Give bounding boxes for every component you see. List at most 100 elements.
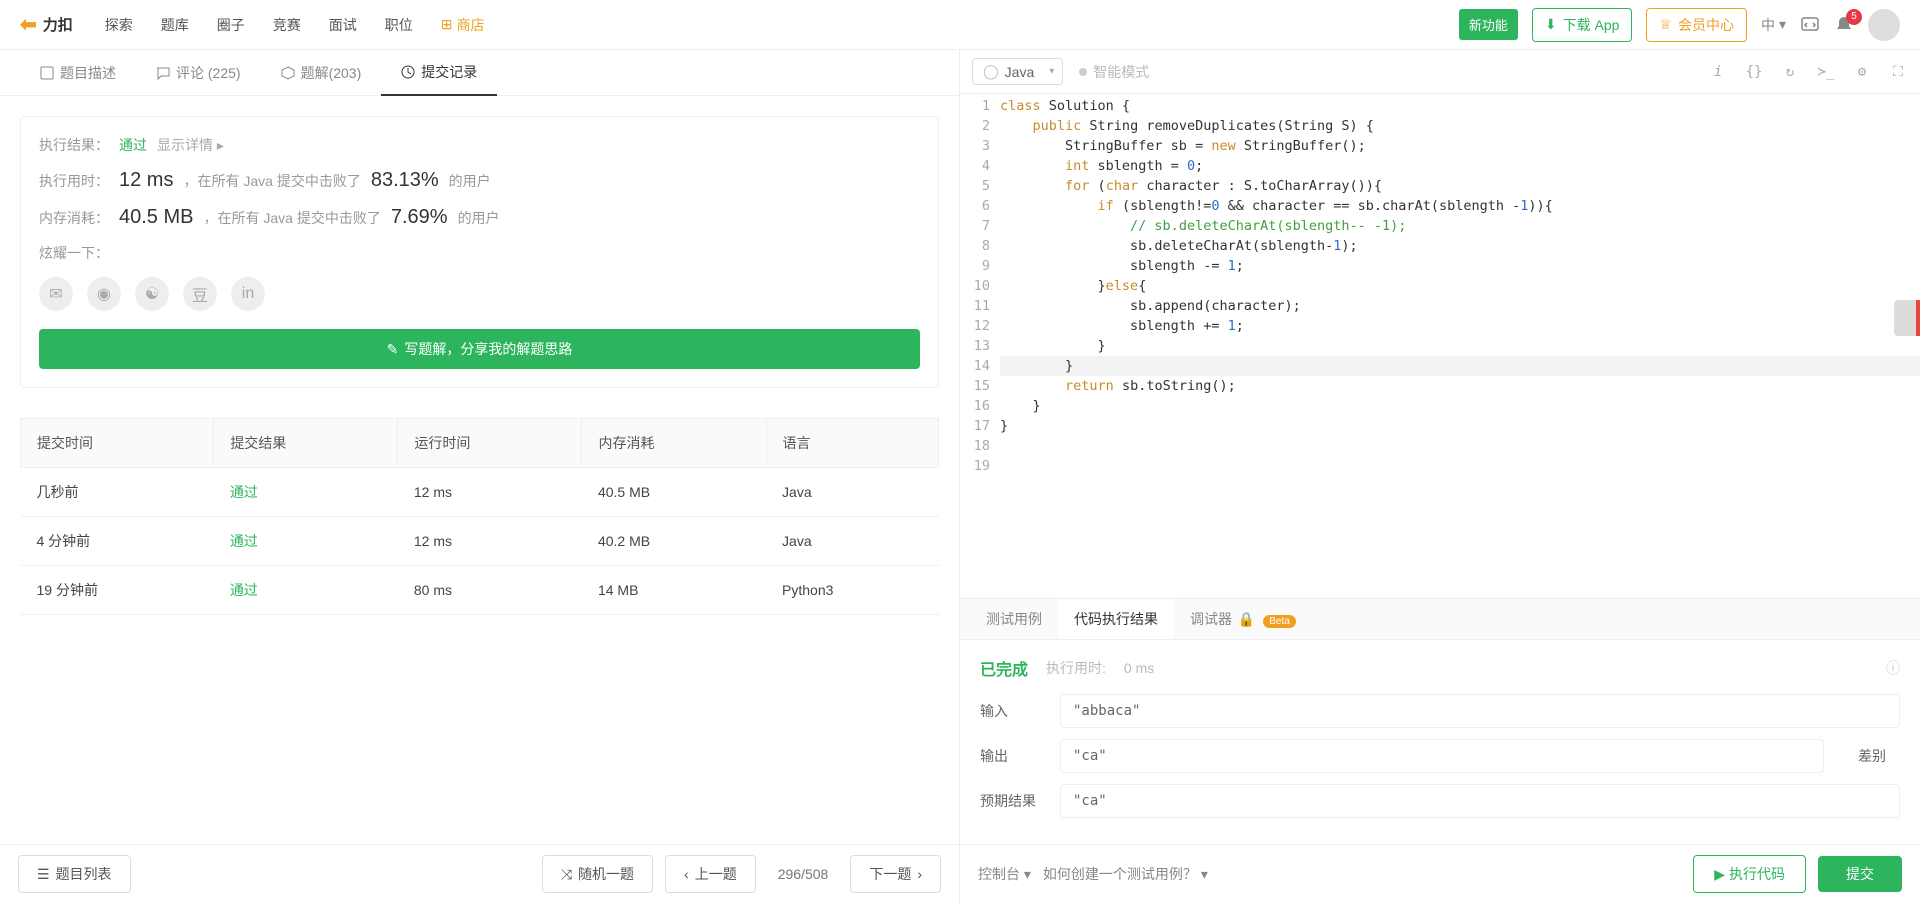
chevron-down-icon: ▾: [1779, 16, 1786, 33]
mem-value: 40.5 MB: [119, 206, 193, 229]
beta-badge: Beta: [1263, 615, 1296, 628]
smart-mode-toggle[interactable]: 智能模式: [1079, 62, 1149, 82]
lang-label: 中: [1761, 15, 1775, 35]
input-label: 输入: [980, 701, 1040, 721]
test-hint-label: 如何创建一个测试用例？: [1043, 866, 1197, 882]
member-center-button[interactable]: ♕ 会员中心: [1646, 8, 1747, 42]
time-pct: 83.13%: [371, 169, 439, 192]
run-label: 执行代码: [1729, 864, 1785, 884]
info-circle-icon[interactable]: ⓘ: [1886, 658, 1900, 678]
nav-circle[interactable]: 圈子: [203, 15, 259, 35]
tab-solutions[interactable]: 题解(203): [261, 50, 382, 95]
exec-result-status: 通过: [119, 135, 147, 155]
problem-list-button[interactable]: ☰ 题目列表: [18, 855, 131, 893]
diff-button[interactable]: 差别: [1844, 738, 1900, 774]
tab-solutions-label: 题解(203): [301, 63, 362, 83]
random-label: 随机一题: [578, 864, 634, 884]
tab-description-label: 题目描述: [60, 63, 116, 83]
terminal-icon[interactable]: ≻_: [1816, 64, 1836, 80]
settings-icon[interactable]: ⚙: [1852, 64, 1872, 80]
tab-description[interactable]: 题目描述: [20, 50, 136, 95]
console-label: 控制台: [978, 866, 1020, 882]
th-lang: 语言: [766, 419, 938, 468]
lock-icon: 🔒: [1238, 611, 1255, 627]
prev-button[interactable]: ‹ 上一题: [665, 855, 756, 893]
input-value: "abbaca": [1060, 694, 1900, 728]
nav-shop[interactable]: ⊞ 商店: [427, 15, 499, 35]
list-icon: ☰: [37, 866, 50, 883]
dot-icon: [1079, 68, 1087, 76]
braces-icon[interactable]: {}: [1744, 64, 1764, 80]
language-switch[interactable]: 中 ▾: [1761, 15, 1786, 35]
mem-desc: ，在所有 Java 提交中击败了: [203, 208, 380, 228]
submit-button[interactable]: 提交: [1818, 856, 1902, 892]
chevron-right-icon: ›: [917, 866, 922, 882]
info-icon[interactable]: i: [1708, 64, 1728, 80]
chevron-left-icon: ‹: [684, 866, 689, 882]
table-row[interactable]: 4 分钟前通过12 ms40.2 MBJava: [21, 517, 939, 566]
chevron-down-icon: ▾: [1049, 66, 1054, 77]
share-weibo-icon[interactable]: ◉: [87, 277, 121, 311]
share-wechat-icon[interactable]: ✉: [39, 277, 73, 311]
tab-comments[interactable]: 评论 (225): [136, 50, 261, 95]
nav-problems[interactable]: 题库: [147, 15, 203, 35]
tab-testcase[interactable]: 测试用例: [970, 599, 1058, 639]
tab-debugger[interactable]: 调试器 🔒 Beta: [1174, 599, 1312, 639]
chevron-down-icon: ▾: [1024, 866, 1031, 882]
download-app-button[interactable]: ⬇ 下载 App: [1532, 8, 1633, 42]
nav-explore[interactable]: 探索: [91, 15, 147, 35]
run-button[interactable]: ▶ 执行代码: [1693, 855, 1806, 893]
download-label: 下载 App: [1563, 15, 1620, 35]
logo[interactable]: ⬅ 力扣: [20, 12, 73, 37]
avatar[interactable]: [1868, 9, 1900, 41]
time-users: 的用户: [449, 171, 491, 191]
next-button[interactable]: 下一题 ›: [850, 855, 941, 893]
shop-label: 商店: [457, 15, 485, 35]
share-douban-icon[interactable]: 豆: [183, 277, 217, 311]
th-time: 提交时间: [21, 419, 214, 468]
notification-count: 5: [1846, 9, 1862, 25]
exec-time-value: 0 ms: [1124, 660, 1154, 676]
show-details-link[interactable]: 显示详情 ▸: [157, 135, 224, 155]
shuffle-icon: ⤨: [561, 866, 572, 883]
nav-jobs[interactable]: 职位: [371, 15, 427, 35]
new-feature-badge[interactable]: 新功能: [1459, 9, 1518, 40]
code-editor[interactable]: 12345678910111213141516171819 class Solu…: [960, 94, 1920, 598]
table-row[interactable]: 19 分钟前通过80 ms14 MBPython3: [21, 566, 939, 615]
download-icon: ⬇: [1545, 16, 1557, 33]
notification-icon[interactable]: 5: [1834, 15, 1854, 35]
language-select[interactable]: ◯ Java ▾: [972, 58, 1063, 85]
table-row[interactable]: 几秒前通过12 ms40.5 MBJava: [21, 468, 939, 517]
output-value: "ca": [1060, 739, 1824, 773]
write-solution-button[interactable]: ✎ 写题解，分享我的解题思路: [39, 329, 920, 369]
next-label: 下一题: [869, 864, 911, 884]
mem-pct: 7.69%: [391, 206, 448, 229]
tab-submissions-label: 提交记录: [421, 62, 477, 82]
problem-list-label: 题目列表: [56, 864, 112, 884]
playground-icon[interactable]: [1800, 15, 1820, 35]
tab-output[interactable]: 代码执行结果: [1058, 599, 1174, 639]
console-toggle[interactable]: 控制台 ▾: [978, 864, 1031, 884]
tab-submissions[interactable]: 提交记录: [381, 50, 497, 96]
time-value: 12 ms: [119, 169, 173, 192]
time-label: 执行用时：: [39, 171, 109, 191]
share-linkedin-icon[interactable]: in: [231, 277, 265, 311]
output-label: 输出: [980, 746, 1040, 766]
reset-icon[interactable]: ↻: [1780, 64, 1800, 80]
fullscreen-icon[interactable]: ⛶: [1888, 64, 1908, 80]
side-drag-handle[interactable]: [1894, 300, 1920, 336]
expected-value: "ca": [1060, 784, 1900, 818]
random-button[interactable]: ⤨ 随机一题: [542, 855, 653, 893]
nav-contest[interactable]: 竞赛: [259, 15, 315, 35]
smart-mode-label: 智能模式: [1093, 62, 1149, 82]
test-hint-link[interactable]: 如何创建一个测试用例？ ▾: [1043, 864, 1208, 884]
time-desc: ，在所有 Java 提交中击败了: [183, 171, 360, 191]
chevron-down-icon: ▾: [1201, 866, 1208, 882]
share-qq-icon[interactable]: ☯: [135, 277, 169, 311]
exec-result-label: 执行结果：: [39, 135, 109, 155]
debugger-label: 调试器: [1190, 611, 1232, 627]
exec-done-status: 已完成: [980, 656, 1028, 680]
problem-counter: 296/508: [768, 866, 839, 882]
check-icon: ◯: [983, 63, 999, 80]
nav-interview[interactable]: 面试: [315, 15, 371, 35]
